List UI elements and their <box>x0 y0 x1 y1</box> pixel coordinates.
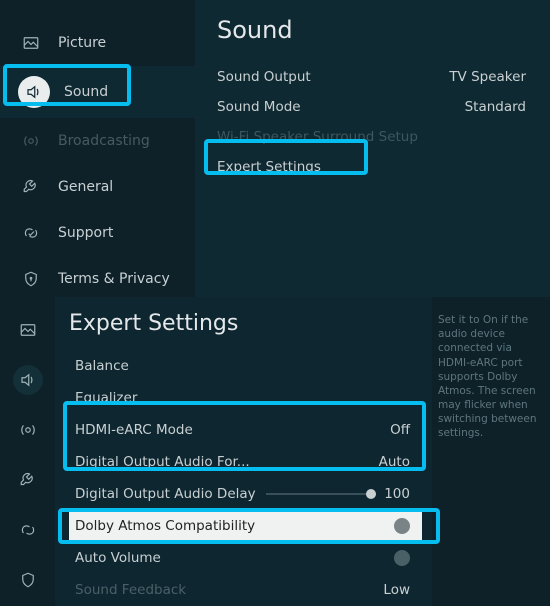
row-expert-settings[interactable]: Expert Settings <box>217 152 526 182</box>
shield-icon <box>18 266 44 292</box>
row-label: Digital Output Audio For... <box>75 454 250 470</box>
general-icon <box>18 174 44 200</box>
sidebar-item-label: Support <box>58 225 113 241</box>
sidebar-item-label: Picture <box>58 35 106 51</box>
row-sound-feedback[interactable]: Sound Feedback Low <box>69 574 422 606</box>
sidebar-item-general[interactable]: General <box>0 164 195 210</box>
row-digital-format[interactable]: Digital Output Audio For... Auto <box>69 446 422 478</box>
broadcasting-icon <box>18 128 44 154</box>
row-label: HDMI-eARC Mode <box>75 422 193 438</box>
row-label: Wi-Fi Speaker Surround Setup <box>217 129 418 145</box>
row-value: Auto <box>379 454 410 470</box>
row-value: Standard <box>465 99 526 115</box>
sidebar-item-picture[interactable]: Picture <box>0 20 195 66</box>
row-sound-output[interactable]: Sound Output TV Speaker <box>217 62 526 92</box>
page-title: Expert Settings <box>69 311 422 336</box>
row-label: Expert Settings <box>217 159 321 175</box>
sidebar: Picture Sound Broadcasting General Suppo… <box>0 0 195 297</box>
row-label: Digital Output Audio Delay <box>75 486 256 502</box>
sidebar-item-label: General <box>58 179 113 195</box>
row-label: Sound Feedback <box>75 582 186 598</box>
row-label: Auto Volume <box>75 550 161 566</box>
shield-icon[interactable] <box>13 565 43 595</box>
toggle-indicator[interactable] <box>394 550 410 566</box>
expert-panel: Expert Settings Balance Equalizer HDMI-e… <box>55 297 432 606</box>
row-label: Sound Mode <box>217 99 301 115</box>
support-icon <box>18 220 44 246</box>
sidebar-item-support[interactable]: Support <box>0 210 195 256</box>
toggle-indicator[interactable] <box>394 518 410 534</box>
row-hdmi-earc[interactable]: HDMI-eARC Mode Off <box>69 414 422 446</box>
picture-icon <box>18 30 44 56</box>
sidebar-item-label: Terms & Privacy <box>58 271 170 287</box>
general-icon[interactable] <box>13 465 43 495</box>
row-label: Equalizer <box>75 390 137 406</box>
row-value: TV Speaker <box>449 69 526 85</box>
sound-panel: Sound Sound Output TV Speaker Sound Mode… <box>195 0 550 297</box>
row-label: Sound Output <box>217 69 311 85</box>
sidebar-item-terms[interactable]: Terms & Privacy <box>0 256 195 302</box>
picture-icon[interactable] <box>13 315 43 345</box>
row-auto-volume[interactable]: Auto Volume <box>69 542 422 574</box>
row-digital-delay[interactable]: Digital Output Audio Delay 100 <box>69 478 422 510</box>
row-balance[interactable]: Balance <box>69 350 422 382</box>
row-label: Dolby Atmos Compatibility <box>75 518 255 534</box>
page-title: Sound <box>217 16 526 44</box>
broadcasting-icon[interactable] <box>13 415 43 445</box>
row-value: Off <box>390 422 410 438</box>
delay-slider[interactable]: 100 <box>266 486 410 502</box>
row-sound-mode[interactable]: Sound Mode Standard <box>217 92 526 122</box>
sidebar-item-sound[interactable]: Sound <box>0 66 195 118</box>
sidebar-item-broadcasting: Broadcasting <box>0 118 195 164</box>
row-label: Balance <box>75 358 129 374</box>
row-dolby-atmos[interactable]: Dolby Atmos Compatibility <box>69 510 422 542</box>
sidebar-item-label: Sound <box>64 84 108 100</box>
row-value: Low <box>383 582 410 598</box>
sidebar-item-label: Broadcasting <box>58 133 150 149</box>
help-text: Set it to On if the audio device connect… <box>432 297 550 606</box>
row-value: 100 <box>384 486 410 502</box>
row-equalizer[interactable]: Equalizer <box>69 382 422 414</box>
sound-icon <box>18 76 50 108</box>
support-icon[interactable] <box>13 515 43 545</box>
sound-icon[interactable] <box>13 365 43 395</box>
row-wifi-speaker: Wi-Fi Speaker Surround Setup <box>217 122 526 152</box>
iconbar <box>0 297 55 606</box>
